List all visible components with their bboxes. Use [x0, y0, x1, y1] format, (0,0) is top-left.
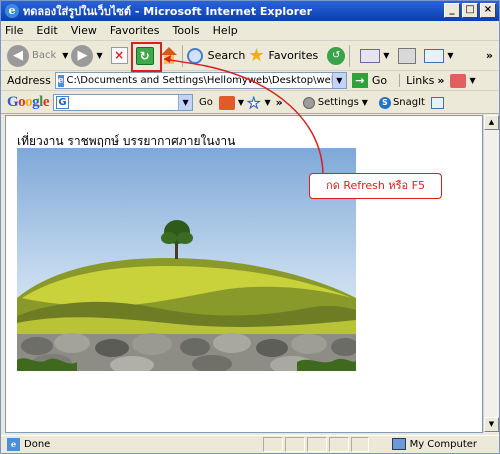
hill-photo-image — [17, 148, 356, 371]
toolbar-separator — [349, 44, 351, 67]
scroll-down-icon[interactable]: ▼ — [484, 417, 499, 432]
mail-icon[interactable] — [360, 48, 381, 63]
window-title: ทดลองใส่รูปในเว็บไซต์ - Microsoft Intern… — [23, 5, 313, 18]
google-go-button[interactable]: Go — [199, 97, 213, 108]
snagit-window-icon[interactable] — [430, 96, 444, 109]
toolbar-separator — [181, 44, 183, 67]
hill-photo — [17, 148, 356, 371]
forward-arrow-icon[interactable]: ▶ — [71, 44, 94, 67]
favorites-star-icon[interactable]: ★ — [248, 46, 264, 65]
status-bar: e Done My Computer — [1, 435, 499, 453]
standard-toolbar: ◀ Back ▼ ▶ ▼ × ↻ Search ★ Favorites ↺ ▼ … — [1, 41, 499, 71]
scroll-up-icon[interactable]: ▲ — [484, 115, 499, 130]
address-input[interactable]: e C:\Documents and Settings\Hellomyweb\D… — [54, 72, 347, 89]
vertical-scrollbar[interactable]: ▲ ▼ — [483, 115, 499, 433]
status-text: Done — [24, 439, 51, 450]
address-bar: Address e C:\Documents and Settings\Hell… — [1, 71, 499, 91]
links-button[interactable]: Links — [399, 74, 434, 87]
favorites-button[interactable]: Favorites — [269, 49, 319, 62]
snagit-label: SnagIt — [392, 97, 425, 108]
stop-icon[interactable]: × — [110, 47, 128, 64]
google-toolbar: Google G ▼ Go ▼ ★ ▼ » Settings ▼ S SnagI… — [1, 92, 499, 114]
page-icon: e — [57, 74, 64, 87]
toolbar-overflow-icon[interactable]: » — [486, 49, 493, 62]
close-button[interactable]: × — [480, 3, 496, 18]
refresh-annotation: กด Refresh หรือ F5 — [309, 173, 442, 199]
google-options-icon[interactable] — [218, 95, 235, 110]
address-dropdown-icon[interactable]: ▼ — [331, 73, 346, 88]
menu-view[interactable]: View — [71, 24, 97, 37]
address-value: C:\Documents and Settings\Hellomyweb\Des… — [66, 75, 346, 86]
snagit-button[interactable]: S SnagIt — [378, 96, 425, 109]
back-arrow-icon[interactable]: ◀ — [7, 44, 29, 67]
history-icon[interactable]: ↺ — [327, 46, 346, 65]
settings-gear-icon — [302, 96, 315, 109]
menu-bar: File Edit View Favorites Tools Help — [1, 21, 499, 41]
print-icon[interactable] — [398, 47, 417, 64]
my-computer-icon — [391, 438, 406, 450]
menu-file[interactable]: File — [5, 24, 23, 37]
forward-dropdown-icon[interactable]: ▼ — [96, 51, 102, 60]
settings-button[interactable]: Settings ▼ — [302, 96, 371, 109]
status-panel — [351, 437, 369, 452]
status-panel — [285, 437, 305, 452]
go-arrow-icon[interactable]: → — [351, 73, 368, 88]
maximize-button[interactable]: □ — [462, 3, 478, 18]
home-icon[interactable] — [160, 46, 178, 65]
back-dropdown-icon[interactable]: ▼ — [62, 51, 68, 60]
page-content: เที่ยวงาน ราชพฤกษ์ บรรยากาศภายในงาน — [5, 115, 483, 433]
status-panel — [329, 437, 349, 452]
minimize-button[interactable]: _ — [444, 3, 460, 18]
google-search-dropdown-icon[interactable]: ▼ — [178, 95, 193, 110]
google-g-icon: G — [56, 96, 70, 109]
google-search-input[interactable]: G ▼ — [53, 94, 194, 111]
link-tool-icon[interactable] — [450, 73, 467, 88]
title-bar: e ทดลองใส่รูปในเว็บไซต์ - Microsoft Inte… — [1, 1, 499, 21]
menu-help[interactable]: Help — [213, 24, 238, 37]
address-label: Address — [7, 74, 51, 87]
snagit-icon: S — [378, 96, 391, 109]
status-page-icon: e — [7, 438, 20, 451]
search-icon[interactable] — [186, 47, 203, 64]
settings-dropdown-icon: ▼ — [361, 98, 368, 107]
status-panel — [307, 437, 327, 452]
menu-favorites[interactable]: Favorites — [110, 24, 160, 37]
go-button[interactable]: Go — [372, 74, 387, 87]
google-overflow-icon[interactable]: » — [276, 96, 283, 109]
ie-logo-icon: e — [5, 4, 19, 18]
bookmark-dropdown-icon[interactable]: ▼ — [265, 98, 271, 107]
refresh-highlight-box — [131, 42, 162, 72]
zone-label: My Computer — [409, 438, 477, 450]
menu-edit[interactable]: Edit — [36, 24, 57, 37]
security-zone: My Computer — [391, 438, 477, 450]
edit-dropdown-icon[interactable]: ▼ — [447, 51, 453, 60]
bookmark-star-icon[interactable]: ★ — [247, 93, 261, 112]
mail-dropdown-icon[interactable]: ▼ — [383, 51, 389, 60]
settings-label: Settings — [317, 97, 359, 108]
google-options-dropdown-icon[interactable]: ▼ — [238, 98, 244, 107]
link-tool-dropdown-icon[interactable]: ▼ — [469, 76, 475, 85]
links-overflow-icon[interactable]: » — [437, 74, 444, 87]
search-button[interactable]: Search — [208, 49, 246, 62]
ie-window: e ทดลองใส่รูปในเว็บไซต์ - Microsoft Inte… — [0, 0, 500, 454]
menu-tools[interactable]: Tools — [173, 24, 200, 37]
google-logo: Google — [7, 94, 50, 110]
edit-icon[interactable] — [424, 48, 445, 63]
back-button[interactable]: Back — [32, 50, 56, 61]
status-panel — [263, 437, 283, 452]
